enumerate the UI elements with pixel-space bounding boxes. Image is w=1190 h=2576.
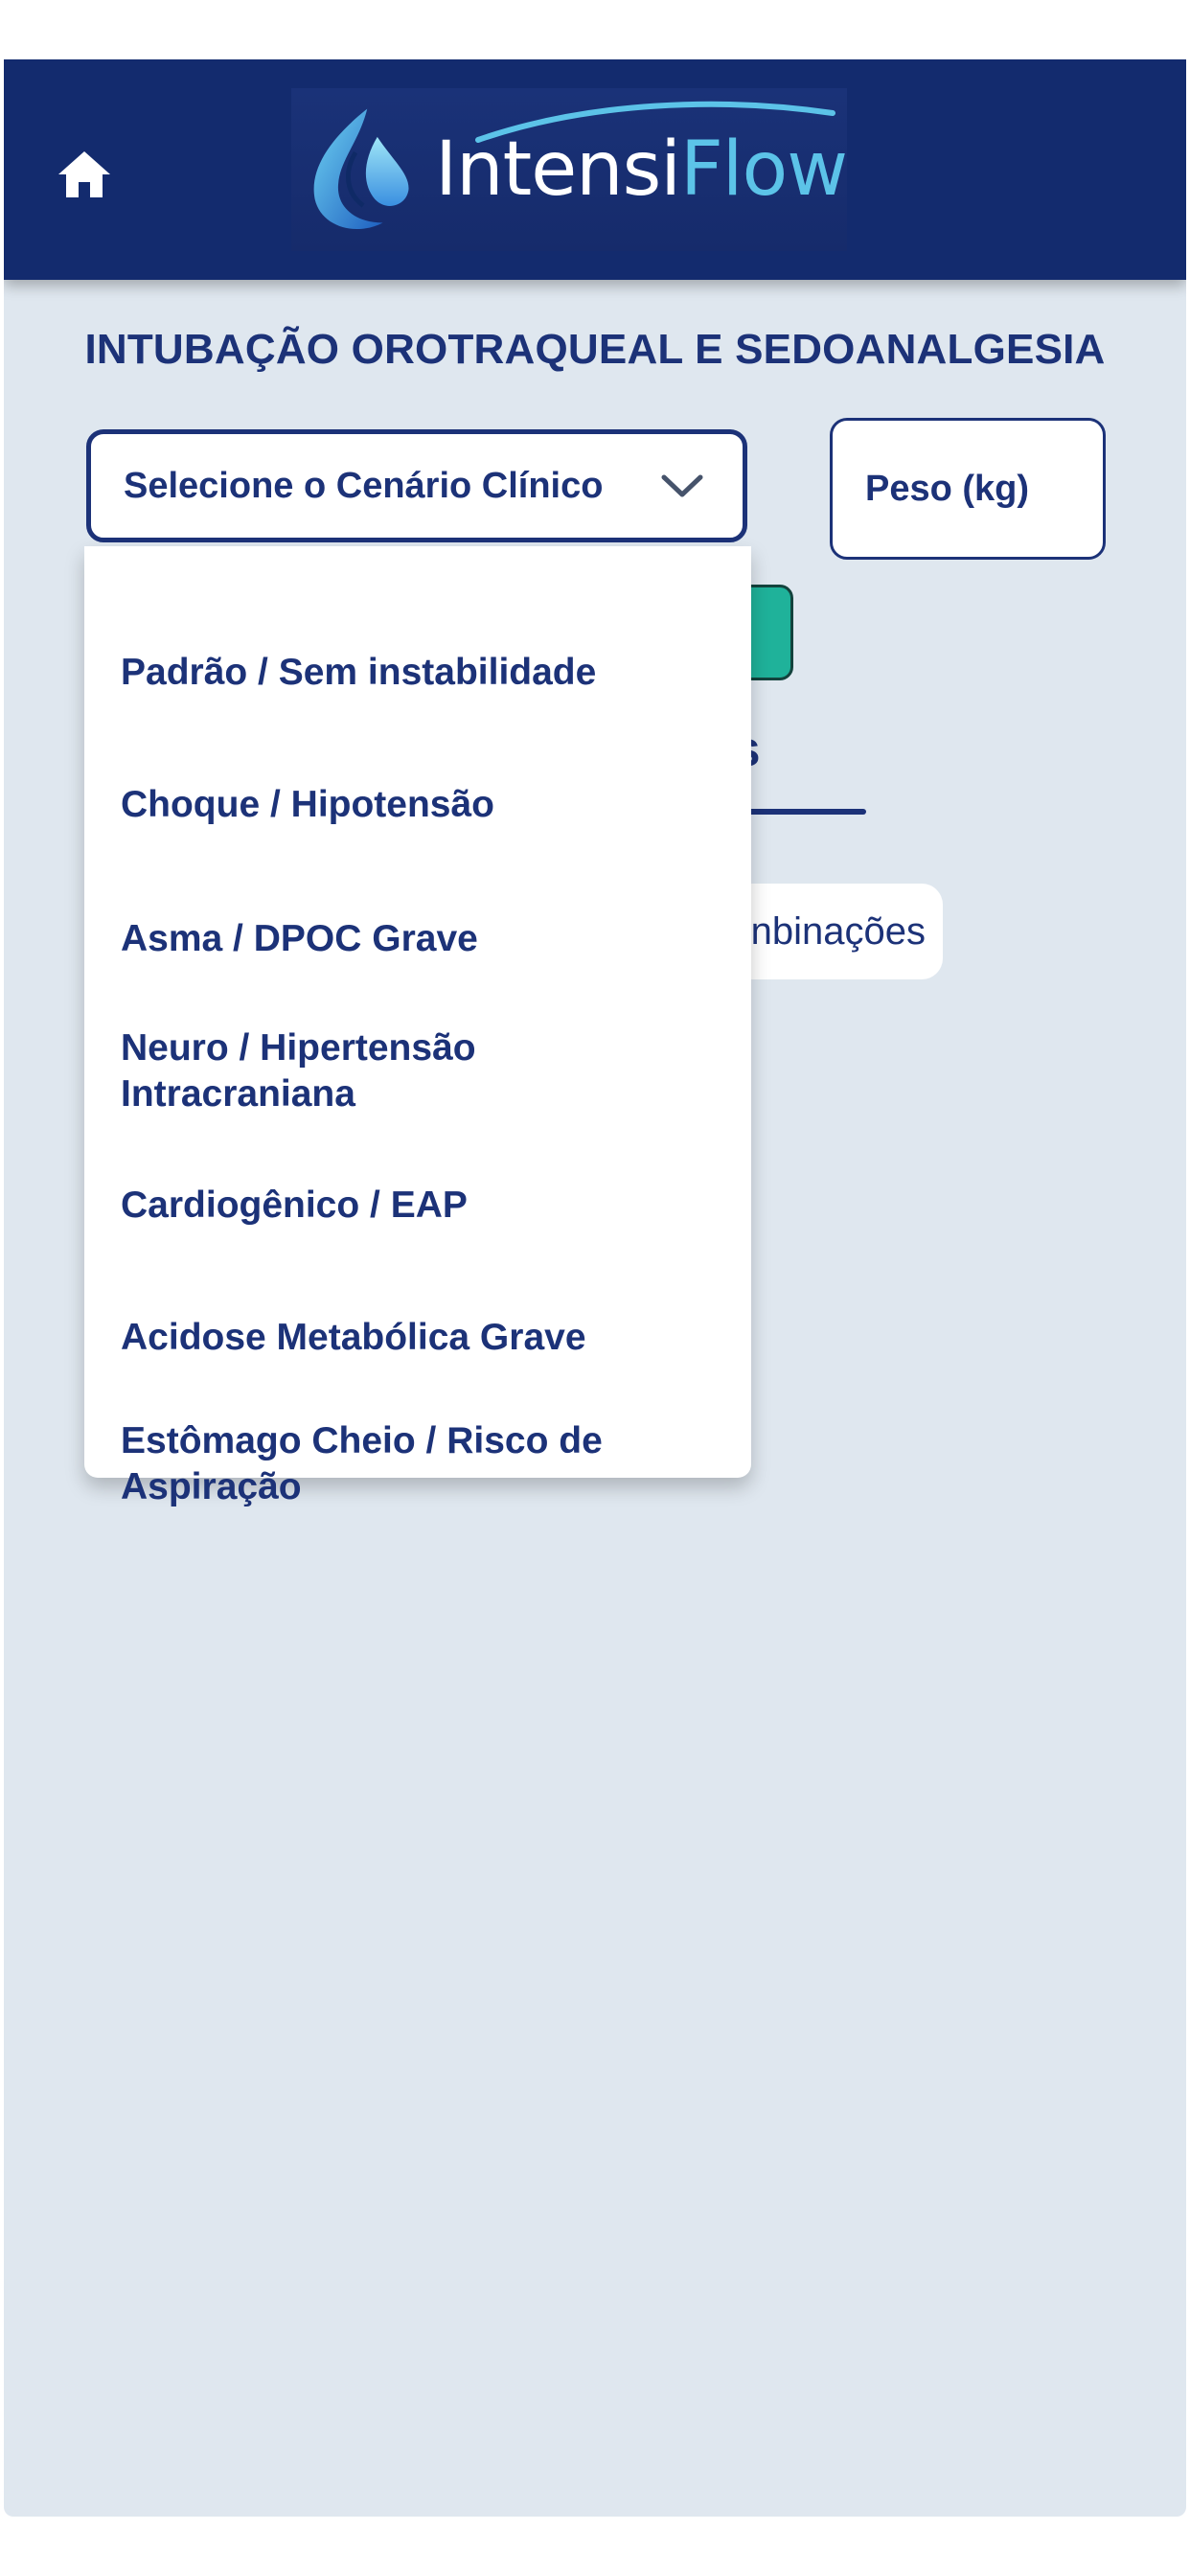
scenario-option[interactable]: Padrão / Sem instabilidade [121,650,715,696]
scenario-option[interactable]: Neuro / Hipertensão Intracraniana [121,1025,715,1117]
scenario-select[interactable]: Selecione o Cenário Clínico [86,429,747,542]
scenario-option[interactable]: Choque / Hipotensão [121,782,715,828]
intensiflow-logo: IntensiFlow [291,88,848,251]
scenario-option[interactable]: Asma / DPOC Grave [121,916,715,962]
scenario-option[interactable]: Cardiogênico / EAP [121,1183,715,1229]
scenario-select-label: Selecione o Cenário Clínico [124,465,604,506]
app-header: IntensiFlow [4,59,1186,280]
weight-placeholder: Peso (kg) [865,468,1030,509]
page-title: INTUBAÇÃO OROTRAQUEAL E SEDOANALGESIA [84,326,1106,373]
home-icon [58,151,110,197]
logo-swoosh [475,101,836,143]
scenario-dropdown-menu: Padrão / Sem instabilidade Choque / Hipo… [84,546,751,1507]
flame-drop-logo-mark [313,108,409,229]
chevron-down-icon [661,474,703,497]
logo-wordmark: IntensiFlow [435,101,848,207]
home-button[interactable] [46,136,123,213]
weight-input[interactable]: Peso (kg) [830,418,1106,560]
scenario-option[interactable]: Acidose Metabólica Grave [121,1315,715,1361]
app-screen: IntensiFlow INTUBAÇÃO OROTRAQUEAL E SEDO… [4,59,1186,2517]
scenario-option[interactable]: Estômago Cheio / Risco de Aspiração [121,1418,715,1510]
